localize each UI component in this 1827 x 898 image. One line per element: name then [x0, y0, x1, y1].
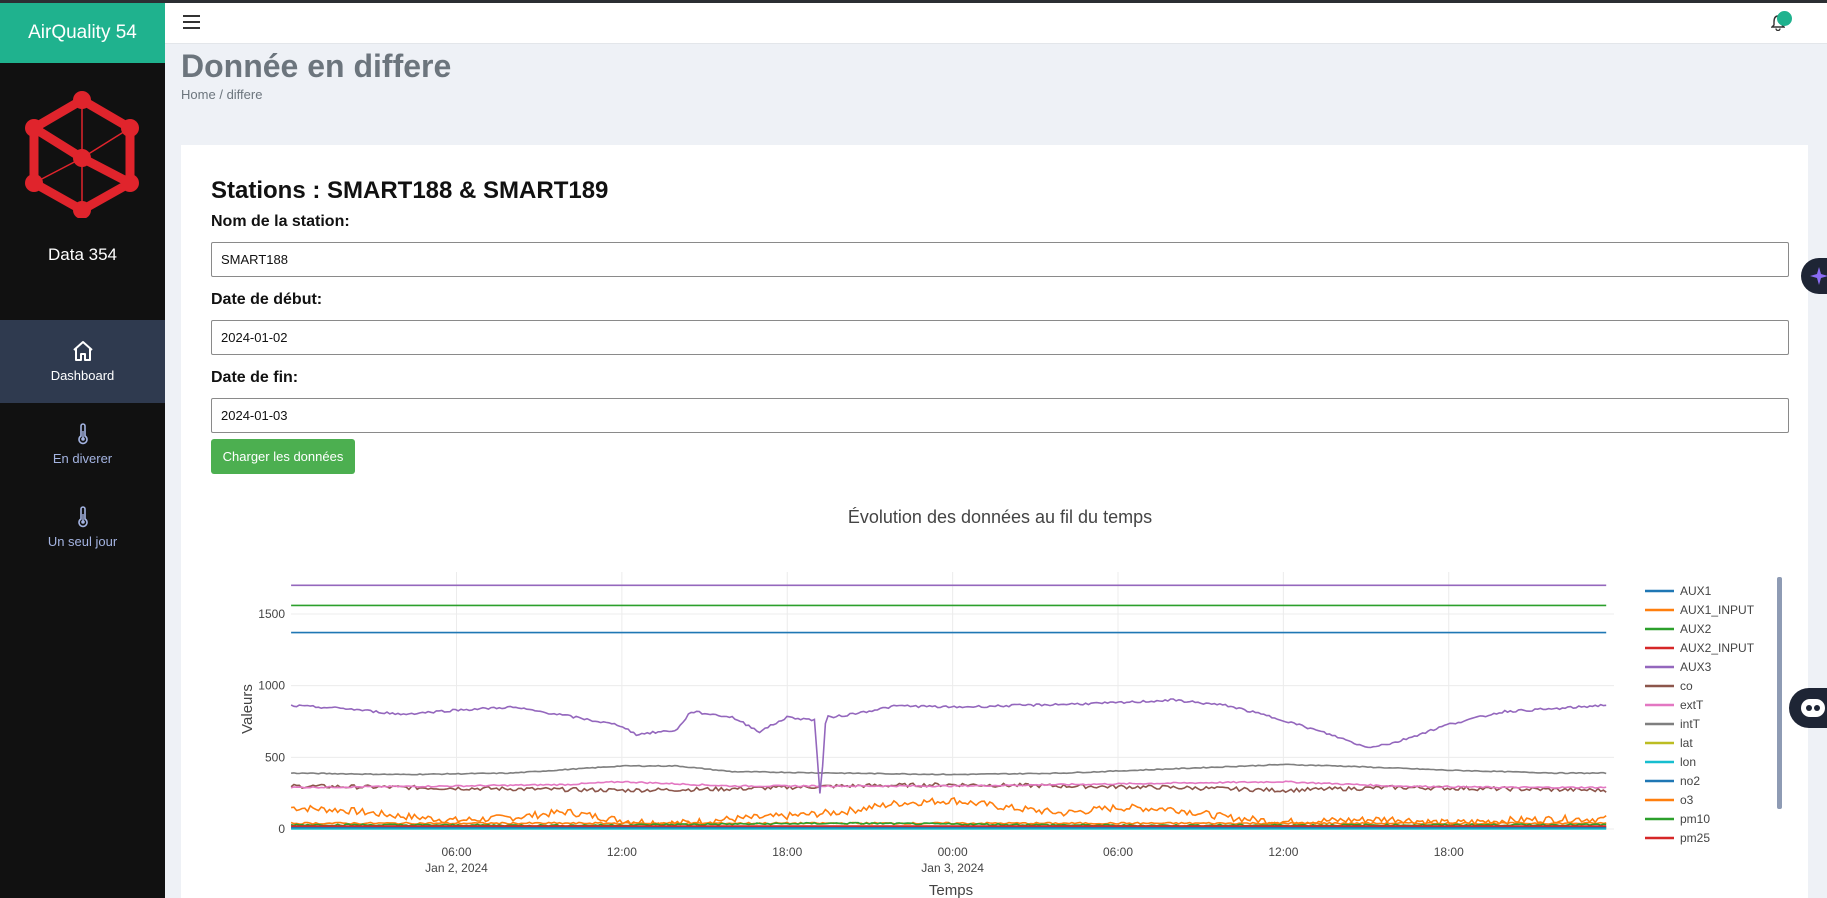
breadcrumb-separator: / — [219, 87, 223, 102]
sidebar-item-label: Dashboard — [50, 368, 115, 383]
window-top-border — [0, 0, 1827, 3]
chatbot-robot-icon[interactable] — [1789, 688, 1827, 728]
thermometer-icon — [77, 423, 88, 445]
sidebar-item-dashboard[interactable]: Dashboard — [0, 320, 165, 403]
load-data-button[interactable]: Charger les données — [211, 439, 355, 474]
breadcrumb: Home / differe — [181, 87, 262, 102]
end-date-input[interactable] — [211, 398, 1789, 433]
sidebar-item-un-seul-jour[interactable]: Un seul jour — [0, 486, 165, 569]
sidebar: AirQuality 54 Data 354 Dashboard En dive… — [0, 0, 165, 898]
sidebar-item-en-diverer[interactable]: En diverer — [0, 403, 165, 486]
thermometer-icon — [77, 506, 88, 528]
station-name-input[interactable] — [211, 242, 1789, 277]
cube-logo-icon — [22, 88, 142, 219]
station-name-label: Nom de la station: — [211, 213, 350, 230]
breadcrumb-home-link[interactable]: Home — [181, 87, 216, 102]
start-date-input[interactable] — [211, 320, 1789, 355]
notification-badge — [1777, 11, 1792, 26]
page-title: Donnée en differe — [181, 48, 452, 84]
breadcrumb-current: differe — [226, 87, 263, 102]
home-icon — [72, 341, 93, 361]
sidebar-nav: Dashboard En diverer Un seul jour — [0, 320, 165, 569]
data-card: Stations : SMART188 & SMART189 Nom de la… — [181, 145, 1808, 898]
menu-toggle-icon[interactable] — [183, 15, 200, 29]
stations-heading: Stations : SMART188 & SMART189 — [211, 177, 609, 204]
top-navbar — [165, 3, 1827, 44]
sidebar-station-label: Data 354 — [48, 245, 117, 264]
brand-title[interactable]: AirQuality 54 — [0, 0, 165, 63]
sidebar-item-label: En diverer — [52, 451, 113, 466]
sidebar-item-label: Un seul jour — [47, 534, 118, 549]
end-date-label: Date de fin: — [211, 369, 299, 386]
start-date-label: Date de début: — [211, 291, 323, 308]
